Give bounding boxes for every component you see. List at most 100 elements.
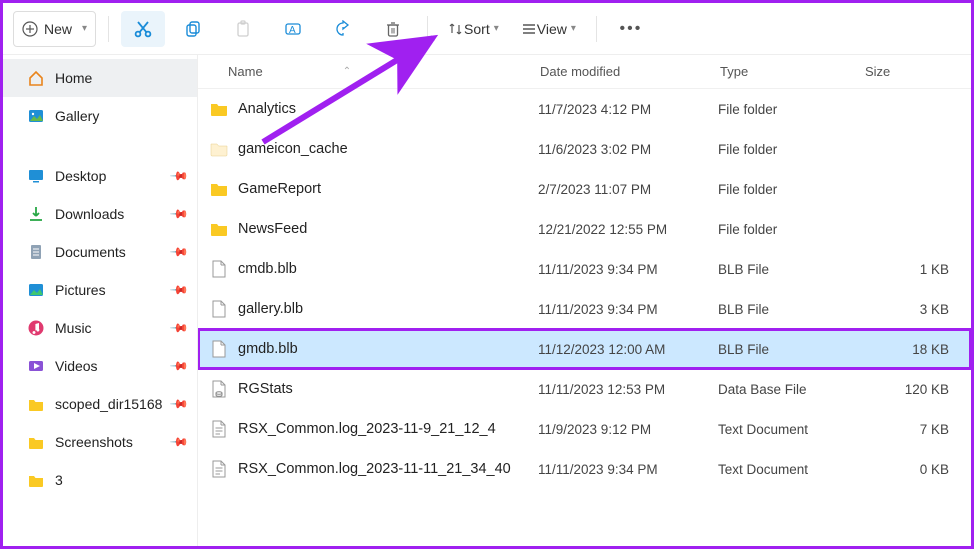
file-icon	[208, 98, 230, 120]
file-name: GameReport	[238, 181, 538, 197]
file-row[interactable]: NewsFeed12/21/2022 12:55 PMFile folder	[198, 209, 971, 249]
sidebar-item-label: 3	[55, 472, 63, 488]
plus-circle-icon	[22, 21, 38, 37]
file-row[interactable]: RSX_Common.log_2023-11-9_21_12_411/9/202…	[198, 409, 971, 449]
music-icon	[27, 319, 45, 337]
file-date: 11/6/2023 3:02 PM	[538, 142, 718, 157]
file-name: NewsFeed	[238, 221, 538, 237]
file-type: File folder	[718, 182, 863, 197]
sidebar-item-label: Home	[55, 70, 92, 86]
file-icon	[208, 338, 230, 360]
column-header[interactable]: Name ⌃ Date modified Type Size	[198, 55, 971, 89]
file-icon	[208, 418, 230, 440]
column-date: Date modified	[540, 64, 720, 79]
chevron-down-icon: ▾	[82, 23, 87, 34]
new-button[interactable]: New ▾	[13, 11, 96, 47]
file-date: 11/11/2023 9:34 PM	[538, 462, 718, 477]
view-icon	[521, 21, 537, 37]
file-size: 3 KB	[863, 302, 957, 317]
home-icon	[27, 69, 45, 87]
file-icon	[208, 178, 230, 200]
documents-icon	[27, 243, 45, 261]
sidebar-item-videos[interactable]: Videos📌	[3, 347, 197, 385]
file-row[interactable]: gameicon_cache11/6/2023 3:02 PMFile fold…	[198, 129, 971, 169]
file-name: gameicon_cache	[238, 141, 538, 157]
file-icon	[208, 298, 230, 320]
sidebar-item-music[interactable]: Music📌	[3, 309, 197, 347]
sidebar-item-desktop[interactable]: Desktop📌	[3, 157, 197, 195]
scissors-icon	[133, 19, 153, 39]
share-button[interactable]	[321, 11, 365, 47]
file-name: RSX_Common.log_2023-11-11_21_34_40	[238, 461, 538, 477]
file-type: Text Document	[718, 422, 863, 437]
pin-icon: 📌	[169, 394, 189, 414]
file-date: 12/21/2022 12:55 PM	[538, 222, 718, 237]
file-icon	[208, 458, 230, 480]
folder-icon	[27, 433, 45, 451]
sort-indicator-icon: ⌃	[343, 66, 351, 77]
sort-button[interactable]: Sort ▾	[440, 11, 507, 47]
copy-button[interactable]	[171, 11, 215, 47]
file-size: 1 KB	[863, 262, 957, 277]
trash-icon	[384, 20, 402, 38]
file-row[interactable]: GameReport2/7/2023 11:07 PMFile folder	[198, 169, 971, 209]
file-row[interactable]: Analytics11/7/2023 4:12 PMFile folder	[198, 89, 971, 129]
paste-button[interactable]	[221, 11, 265, 47]
file-name: RGStats	[238, 381, 538, 397]
sidebar-item-screenshots[interactable]: Screenshots📌	[3, 423, 197, 461]
file-date: 11/11/2023 12:53 PM	[538, 382, 718, 397]
column-name: Name	[228, 64, 263, 79]
gallery-icon	[27, 107, 45, 125]
sidebar-item-label: Documents	[55, 244, 126, 260]
file-type: Text Document	[718, 462, 863, 477]
file-row[interactable]: cmdb.blb11/11/2023 9:34 PMBLB File1 KB	[198, 249, 971, 289]
file-icon	[208, 218, 230, 240]
file-name: gmdb.blb	[238, 341, 538, 357]
file-icon	[208, 378, 230, 400]
new-label: New	[44, 21, 72, 37]
file-name: cmdb.blb	[238, 261, 538, 277]
sidebar-item-scoped-dir15168[interactable]: scoped_dir15168 📌	[3, 385, 197, 423]
more-button[interactable]: •••	[609, 11, 653, 47]
file-row[interactable]: gallery.blb11/11/2023 9:34 PMBLB File3 K…	[198, 289, 971, 329]
file-name: gallery.blb	[238, 301, 538, 317]
sidebar-item-3[interactable]: 3	[3, 461, 197, 499]
sort-icon	[448, 21, 464, 37]
file-date: 11/11/2023 9:34 PM	[538, 262, 718, 277]
sidebar-item-pictures[interactable]: Pictures📌	[3, 271, 197, 309]
sort-label: Sort	[464, 21, 490, 37]
file-type: File folder	[718, 102, 863, 117]
pin-icon: 📌	[169, 242, 189, 262]
downloads-icon	[27, 205, 45, 223]
sidebar-item-gallery[interactable]: Gallery	[3, 97, 197, 135]
file-date: 2/7/2023 11:07 PM	[538, 182, 718, 197]
view-label: View	[537, 21, 567, 37]
file-row[interactable]: gmdb.blb11/12/2023 12:00 AMBLB File18 KB	[198, 329, 971, 369]
copy-icon	[184, 20, 202, 38]
sidebar-item-label: Screenshots	[55, 434, 133, 450]
sidebar-item-home[interactable]: Home	[3, 59, 197, 97]
videos-icon	[27, 357, 45, 375]
separator	[108, 16, 109, 42]
cut-button[interactable]	[121, 11, 165, 47]
rename-icon: A	[284, 20, 302, 38]
pictures-icon	[27, 281, 45, 299]
sidebar-item-downloads[interactable]: Downloads📌	[3, 195, 197, 233]
column-size: Size	[865, 64, 971, 79]
delete-button[interactable]	[371, 11, 415, 47]
sidebar-item-documents[interactable]: Documents 📌	[3, 233, 197, 271]
file-row[interactable]: RGStats11/11/2023 12:53 PMData Base File…	[198, 369, 971, 409]
file-type: File folder	[718, 142, 863, 157]
rename-button[interactable]: A	[271, 11, 315, 47]
separator	[596, 16, 597, 42]
sidebar-item-label: scoped_dir15168	[55, 396, 162, 412]
file-size: 0 KB	[863, 462, 957, 477]
ellipsis-icon: •••	[619, 20, 642, 38]
file-row[interactable]: RSX_Common.log_2023-11-11_21_34_4011/11/…	[198, 449, 971, 489]
toolbar: New ▾ A Sort ▾ View ▾ •••	[3, 3, 971, 55]
file-date: 11/11/2023 9:34 PM	[538, 302, 718, 317]
file-date: 11/12/2023 12:00 AM	[538, 342, 718, 357]
file-date: 11/9/2023 9:12 PM	[538, 422, 718, 437]
share-icon	[334, 20, 352, 38]
view-button[interactable]: View ▾	[513, 11, 584, 47]
